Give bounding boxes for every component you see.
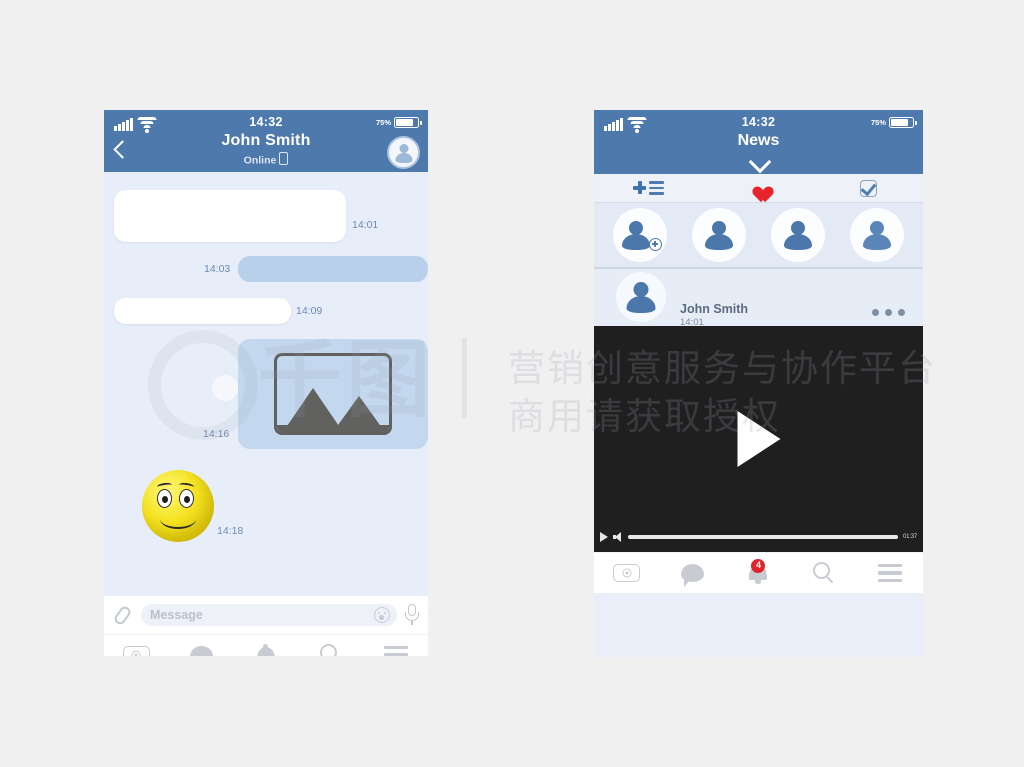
checkbox-checked-icon <box>859 179 877 197</box>
chat-timestamp: 14:16 <box>203 428 230 440</box>
volume-icon[interactable] <box>613 532 623 542</box>
chat-message-list[interactable]: 14:01 14:03 14:09 14:16 14:18 <box>104 172 428 596</box>
camera-icon <box>122 646 150 656</box>
plus-list-icon <box>633 181 665 195</box>
battery-indicator: 75% <box>870 117 917 128</box>
nav-messages[interactable] <box>169 635 234 656</box>
news-phone-screen: 14:32 75% News John Smith 14:01 01:37 4 <box>594 110 923 657</box>
person-icon <box>862 221 892 250</box>
story-avatar-1[interactable] <box>691 208 746 262</box>
search-icon <box>319 644 342 656</box>
battery-percent-label: 75% <box>375 118 391 127</box>
chat-bubble-icon <box>681 564 705 587</box>
nav-messages[interactable] <box>660 553 726 593</box>
chat-bubble-icon <box>189 646 213 656</box>
story-avatar-3[interactable] <box>850 208 905 262</box>
add-story-avatar[interactable] <box>612 208 667 262</box>
image-placeholder-icon <box>274 353 392 435</box>
nav-camera[interactable] <box>104 635 169 656</box>
chat-bubble-image[interactable] <box>238 339 428 449</box>
nav-notifications[interactable] <box>234 635 299 656</box>
tasks-button[interactable] <box>813 174 923 202</box>
message-input-placeholder: Message <box>150 608 203 622</box>
chat-bubble-incoming[interactable] <box>114 298 291 324</box>
watermark-divider <box>462 338 467 418</box>
chat-timestamp: 14:03 <box>204 263 231 275</box>
battery-percent-label: 75% <box>870 118 886 127</box>
nav-camera[interactable] <box>594 553 660 593</box>
favorites-button[interactable] <box>704 174 814 202</box>
contact-name: John Smith <box>221 132 311 149</box>
person-icon <box>704 221 734 250</box>
add-person-icon <box>621 221 651 250</box>
person-icon <box>626 282 656 313</box>
play-button-icon[interactable] <box>737 411 780 467</box>
nav-notifications[interactable]: 4 <box>726 553 792 593</box>
paperclip-icon[interactable] <box>113 605 133 625</box>
page-title: News <box>737 132 780 149</box>
chat-phone-screen: 14:32 75% John Smith Online 14:01 14:03 … <box>104 110 428 656</box>
camera-icon <box>613 564 641 582</box>
post-header: John Smith 14:01 <box>594 269 923 328</box>
message-input[interactable]: Message <box>141 604 397 626</box>
mini-play-icon[interactable] <box>600 532 608 542</box>
person-avatar-icon[interactable] <box>616 272 666 322</box>
nav-menu[interactable] <box>857 553 923 593</box>
add-badge-icon <box>648 238 662 251</box>
stories-strip <box>594 203 923 269</box>
person-glyph <box>394 143 414 163</box>
hamburger-menu-icon <box>878 563 903 583</box>
video-progress-bar[interactable] <box>628 535 898 539</box>
microphone-icon[interactable] <box>405 604 419 626</box>
contact-status-label: Online <box>243 154 277 167</box>
battery-icon <box>889 117 917 128</box>
video-controls: 01:37 <box>594 531 923 543</box>
bell-icon: 4 <box>749 558 768 584</box>
story-avatar-2[interactable] <box>771 208 826 262</box>
battery-indicator: 75% <box>375 117 422 128</box>
chat-bottom-nav <box>104 634 428 656</box>
news-header: 14:32 75% News <box>594 110 923 174</box>
nav-search[interactable] <box>298 635 363 656</box>
battery-icon <box>394 117 422 128</box>
chat-timestamp: 14:18 <box>217 525 244 537</box>
bell-icon <box>256 643 275 656</box>
video-duration-label: 01:37 <box>902 534 917 540</box>
chat-timestamp: 14:01 <box>352 219 379 231</box>
chat-header: 14:32 75% John Smith Online <box>104 110 428 172</box>
chat-bubble-incoming[interactable] <box>114 190 346 242</box>
notification-badge: 4 <box>751 558 766 573</box>
smiley-sticker-icon[interactable] <box>142 470 214 542</box>
hamburger-menu-icon <box>383 645 408 656</box>
chat-bubble-outgoing[interactable] <box>238 256 428 282</box>
post-video-player[interactable]: 01:37 <box>594 326 923 552</box>
mobile-device-icon <box>279 152 289 165</box>
search-icon <box>813 562 835 584</box>
heart-icon <box>749 180 768 197</box>
emoji-smiley-icon[interactable] <box>374 607 390 623</box>
add-to-list-button[interactable] <box>594 174 704 202</box>
post-author: John Smith <box>680 302 749 316</box>
news-action-bar <box>594 174 923 203</box>
contact-avatar-icon[interactable] <box>387 136 420 169</box>
more-options-icon[interactable] <box>872 309 905 316</box>
chat-timestamp: 14:09 <box>296 305 323 317</box>
nav-menu[interactable] <box>363 635 428 656</box>
person-icon <box>783 221 813 250</box>
message-input-bar: Message <box>104 596 428 634</box>
news-bottom-nav: 4 <box>594 552 923 593</box>
chevron-down-icon[interactable] <box>748 150 771 174</box>
contact-status: Online <box>104 152 428 167</box>
nav-search[interactable] <box>791 553 857 593</box>
